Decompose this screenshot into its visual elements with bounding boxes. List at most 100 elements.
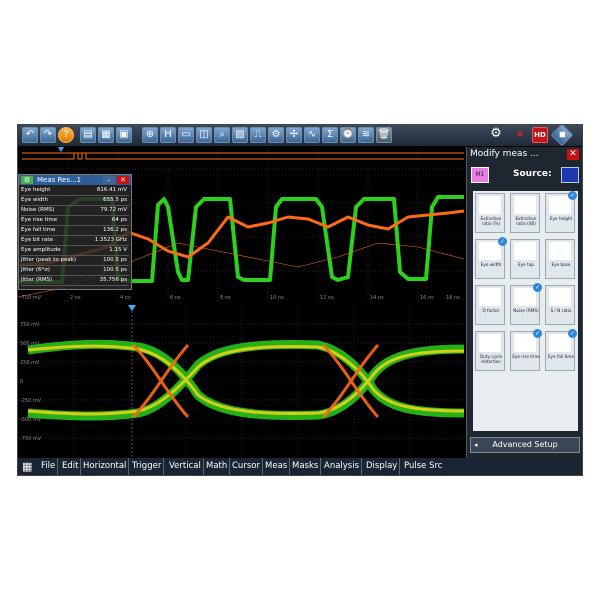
menu-meas[interactable]: Meas <box>263 458 291 475</box>
trigger-marker[interactable] <box>58 147 64 152</box>
meas-row: Eye fall time 136.2 ps <box>21 226 129 236</box>
eye-y-tick: 0 <box>20 379 23 385</box>
measurement-results[interactable]: Meas Res...1 ⚙ – ✕ Eye height 816.41 mV E… <box>18 174 132 290</box>
gear-icon[interactable]: ⚙ <box>21 176 33 184</box>
tick-x-1: 4 ns <box>120 295 131 301</box>
meas-type-eye-rise-time[interactable]: Eye rise time ✓ <box>510 329 542 371</box>
delete-icon[interactable]: 🗑 <box>376 127 392 143</box>
check-icon: ✓ <box>533 329 542 338</box>
eye-y-tick: -750 mV <box>20 436 42 442</box>
eye-y-tick: -500 mV <box>20 417 42 423</box>
meas-type-extinction-ratio-db[interactable]: Extinction ratio (dB) <box>510 193 540 233</box>
minimize-icon[interactable]: – <box>103 176 115 184</box>
close-icon[interactable]: ✕ <box>117 176 129 184</box>
screenshot-icon[interactable]: ▣ <box>116 127 132 143</box>
protocol-icon[interactable]: ⚙ <box>268 127 284 143</box>
frequency-icon[interactable]: ≋ <box>358 127 374 143</box>
menu-horizontal[interactable]: Horizontal <box>81 458 130 475</box>
help-icon[interactable]: ? <box>58 127 74 143</box>
math-icon[interactable]: Σ <box>322 127 338 143</box>
eye-y-tick: -250 mV <box>20 398 42 404</box>
menu-display[interactable]: Display <box>364 458 401 475</box>
menu-pulse-src[interactable]: Pulse Src <box>402 458 444 475</box>
cursor-icon[interactable]: ✢ <box>286 127 302 143</box>
eye-icon <box>479 196 501 214</box>
meas-type-eye-height[interactable]: Eye height ✓ <box>545 191 577 233</box>
marker-icon[interactable]: ◫ <box>196 127 212 143</box>
grid-menu-icon[interactable]: ▦ <box>20 458 38 475</box>
mask-icon[interactable]: ▨ <box>232 127 248 143</box>
menu-math[interactable]: Math <box>204 458 231 475</box>
meas-row: Eye height 816.41 mV <box>21 186 129 196</box>
check-icon: ✓ <box>568 329 577 338</box>
meas-type-noise-rms[interactable]: Noise (RMS) ✓ <box>510 283 542 325</box>
meas-row: Eye bit rate 1.3523 GHz <box>21 236 129 246</box>
meas-row: Eye amplitude 1.15 V <box>21 246 129 256</box>
eye-icon <box>549 196 571 214</box>
tick-x-7: 16 ns <box>420 295 434 301</box>
search-icon[interactable]: ⌕ <box>214 127 230 143</box>
menu-vertical[interactable]: Vertical <box>167 458 204 475</box>
tick-x-8: 18 ns <box>446 295 460 301</box>
check-icon: ✓ <box>568 191 577 200</box>
meas-row: Jitter (RMS) 35.756 ps <box>21 276 129 286</box>
redo-icon[interactable]: ↷ <box>40 127 56 143</box>
meas-type-extinction-ratio-percent[interactable]: Extinction ratio (%) <box>475 193 505 233</box>
meas-type-duty-cycle-distortion[interactable]: Duty cycle distortion <box>475 331 505 371</box>
eye-icon <box>514 242 536 260</box>
menu-masks[interactable]: Masks <box>290 458 322 475</box>
source-selector[interactable] <box>561 167 579 183</box>
settings-icon[interactable]: ⚙ <box>488 127 504 143</box>
measurement-type-grid: Extinction ratio (%) Extinction ratio (d… <box>473 191 578 431</box>
meas-type-eye-width[interactable]: Eye width ✓ <box>475 237 507 279</box>
meas-row: Noise (RMS) 79.72 mV <box>21 206 129 216</box>
eye-icon <box>549 334 571 352</box>
undo-icon[interactable]: ↶ <box>22 127 38 143</box>
tick-x-4: 10 ns <box>270 295 284 301</box>
source-label: Source: <box>513 169 552 179</box>
meas-type-q-factor[interactable]: Q factor <box>475 285 505 325</box>
cursor-marker[interactable] <box>128 305 136 311</box>
meas-row: Eye rise time 64 ps <box>21 216 129 226</box>
close-icon[interactable]: ✕ <box>567 149 579 160</box>
meas-type-eye-base[interactable]: Eye base <box>545 239 575 279</box>
eye-icon <box>514 334 536 352</box>
meas-type-eye-fall-time[interactable]: Eye fall time ✓ <box>545 329 577 371</box>
tick-x-3: 8 ns <box>220 295 231 301</box>
meas-type-sn-ratio[interactable]: S / N ratio <box>545 285 575 325</box>
network-icon[interactable]: ◆ <box>550 125 574 147</box>
save-icon[interactable]: ▦ <box>98 127 114 143</box>
meas-type-eye-top[interactable]: Eye top <box>510 239 540 279</box>
open-icon[interactable]: ▤ <box>80 127 96 143</box>
meas-row: Jitter (peak to peak) 100.5 ps <box>21 256 129 266</box>
history-icon[interactable]: ⌚ <box>340 127 356 143</box>
menu-file[interactable]: File <box>39 458 59 475</box>
measure-icon[interactable]: ▭ <box>178 127 194 143</box>
menu-analysis[interactable]: Analysis <box>322 458 363 475</box>
meas-badge[interactable]: M1 <box>471 167 489 183</box>
eye-icon <box>514 288 536 306</box>
eye-icon <box>479 288 501 306</box>
oscilloscope-screen: ↶ ↷ ? ▤ ▦ ▣ ⊕ H ▭ ◫ ⌕ ▨ ⎍ ⚙ ✢ ∿ Σ ⌚ ≋ 🗑 … <box>17 124 583 476</box>
check-icon: ✓ <box>498 237 507 246</box>
zoom-icon[interactable]: ⊕ <box>142 127 158 143</box>
autoset-icon[interactable]: ✶ <box>512 127 528 143</box>
eye-y-tick: 750 mV <box>20 322 40 328</box>
menu-cursor[interactable]: Cursor <box>230 458 263 475</box>
hd-icon[interactable]: HD <box>532 127 548 143</box>
svg-text:-750 mV: -750 mV <box>20 295 42 301</box>
tick-x-2: 6 ns <box>170 295 181 301</box>
probe-icon[interactable]: ⎍ <box>250 127 266 143</box>
eye-icon <box>514 196 536 214</box>
menu-trigger[interactable]: Trigger <box>130 458 165 475</box>
modify-measurement-panel: Modify meas ... ✕ M1 Source: Extinction … <box>466 147 582 458</box>
histogram-icon[interactable]: H <box>160 127 176 143</box>
menu-edit[interactable]: Edit <box>60 458 82 475</box>
advanced-setup-button[interactable]: ◂ Advanced Setup <box>470 437 580 453</box>
eye-icon <box>549 242 571 260</box>
spectrum-icon[interactable]: ∿ <box>304 127 320 143</box>
panel-title: Modify meas ... <box>470 149 539 159</box>
meas-row: Jitter (6*σ) 100.5 ps <box>21 266 129 276</box>
collapse-icon: ◂ <box>474 441 478 449</box>
eye-diagram[interactable]: 750 mV 500 mV 250 mV 0 -250 mV -500 mV -… <box>18 305 464 457</box>
